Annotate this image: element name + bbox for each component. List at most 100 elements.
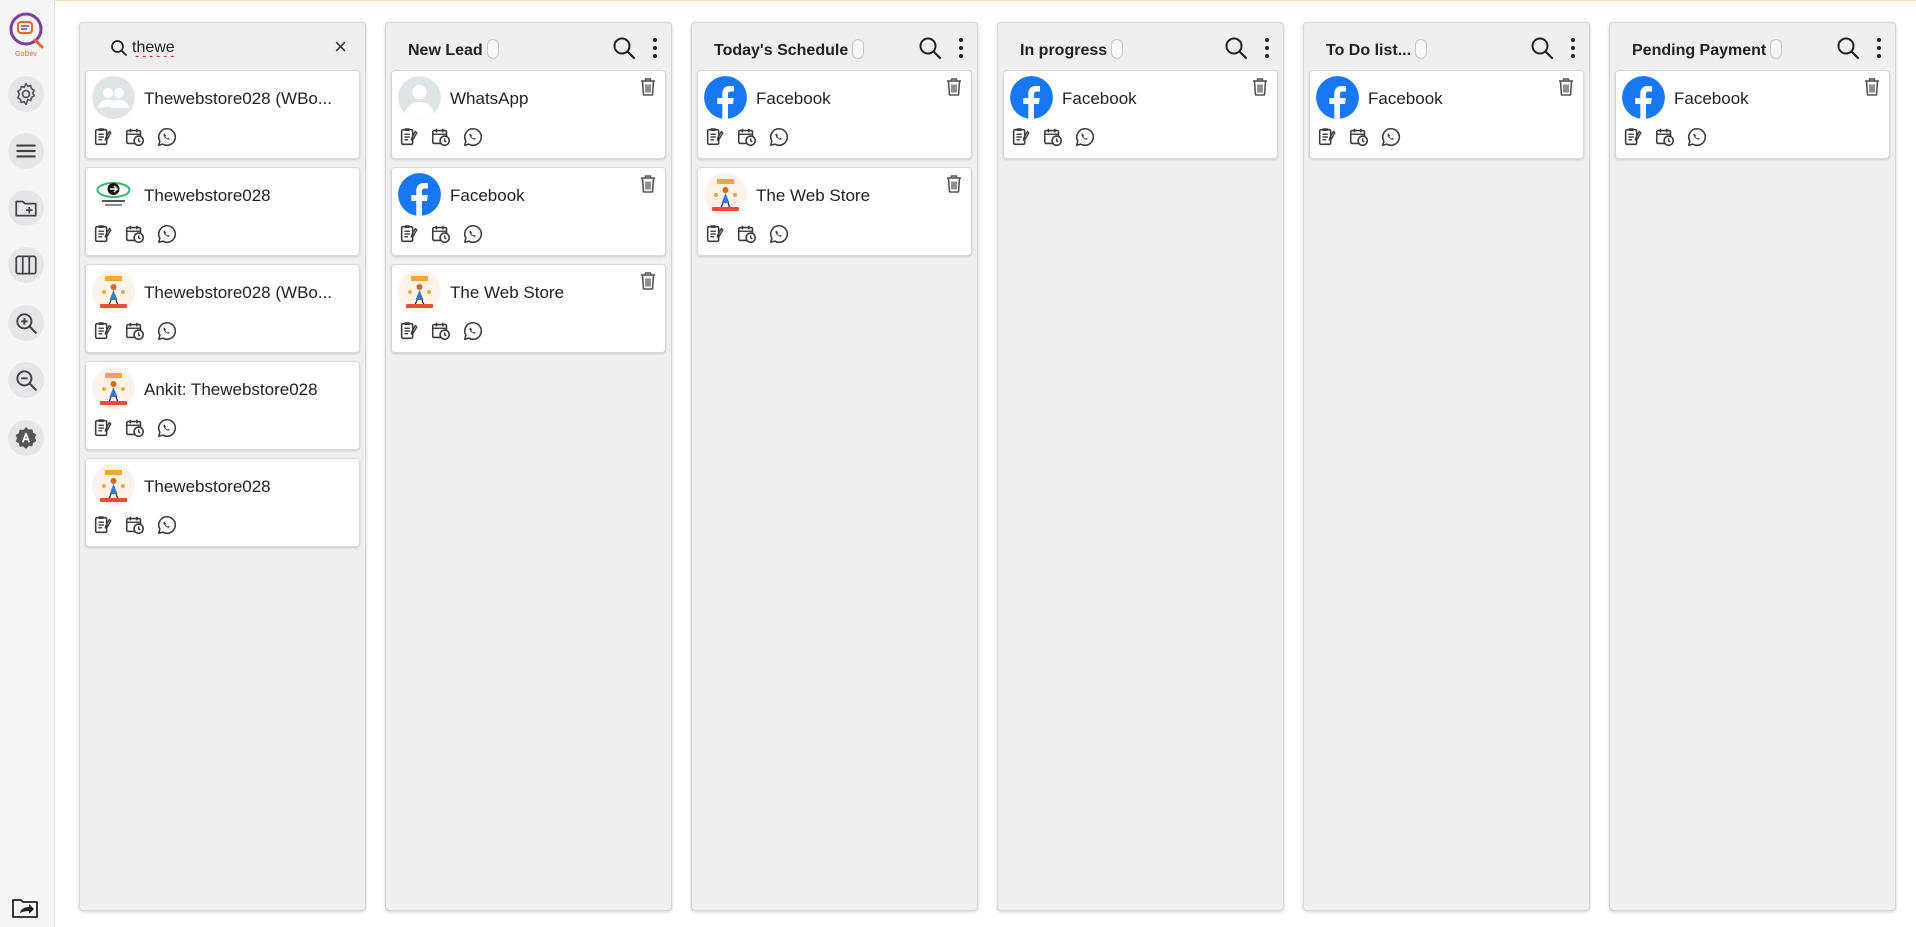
card-actions [92,320,178,342]
lead-card[interactable]: WhatsApp [391,70,666,159]
whatsapp-icon[interactable] [156,126,178,148]
schedule-icon[interactable] [736,126,758,148]
lead-name: Facebook [1368,89,1443,108]
column-more-icon[interactable] [953,35,969,61]
whatsapp-icon[interactable] [1380,126,1402,148]
column-header: Today's Schedule [692,23,977,71]
new-folder-button[interactable] [8,190,44,226]
zoom-out-button[interactable] [8,362,44,398]
schedule-icon[interactable] [1654,126,1676,148]
schedule-icon[interactable] [1042,126,1064,148]
notes-icon[interactable] [92,514,114,536]
lead-card[interactable]: Facebook [1003,70,1278,159]
lead-card[interactable]: Thewebstore028 [85,458,360,547]
notes-icon[interactable] [398,320,420,342]
whatsapp-icon[interactable] [1074,126,1096,148]
column-title: In progress [1020,39,1124,60]
notes-icon[interactable] [92,126,114,148]
trash-icon[interactable] [639,271,657,291]
lead-card[interactable]: Facebook [697,70,972,159]
letter-a-icon [15,427,37,449]
share-folder-button[interactable] [10,895,40,921]
whatsapp-icon[interactable] [462,126,484,148]
contact-search: × [80,23,365,71]
lead-card[interactable]: The Web Store [697,167,972,256]
schedule-icon[interactable] [124,126,146,148]
lead-card[interactable]: Facebook [391,167,666,256]
search-input[interactable] [132,36,312,60]
lead-card[interactable]: The Web Store [391,264,666,353]
notes-icon[interactable] [1622,126,1644,148]
column-search-icon[interactable] [611,35,637,61]
trash-icon[interactable] [1251,77,1269,97]
lead-name: Thewebstore028 (WBo... [144,89,333,108]
schedule-icon[interactable] [124,514,146,536]
menu-button[interactable] [8,133,44,169]
whatsapp-icon[interactable] [768,126,790,148]
schedule-icon[interactable] [430,320,452,342]
column-toggle[interactable] [1770,39,1783,59]
column-search-icon[interactable] [1835,35,1861,61]
notes-icon[interactable] [704,126,726,148]
schedule-icon[interactable] [124,320,146,342]
column-search-icon[interactable] [1529,35,1555,61]
avatar [704,173,747,216]
trash-icon[interactable] [639,174,657,194]
trash-icon[interactable] [1863,77,1881,97]
whatsapp-icon[interactable] [156,417,178,439]
trash-icon[interactable] [639,77,657,97]
settings-button[interactable] [8,76,44,112]
column-more-icon[interactable] [1259,35,1275,61]
schedule-icon[interactable] [124,417,146,439]
trash-icon[interactable] [945,174,963,194]
schedule-icon[interactable] [124,223,146,245]
column-toggle[interactable] [1415,39,1428,59]
column-more-icon[interactable] [647,35,663,61]
lead-card[interactable]: Facebook [1309,70,1584,159]
notes-icon[interactable] [92,417,114,439]
lead-card[interactable]: Thewebstore028 (WBo... [85,70,360,159]
schedule-icon[interactable] [736,223,758,245]
lead-card[interactable]: Ankit: Thewebstore028 [85,361,360,450]
column-title-text: Today's Schedule [714,42,849,59]
whatsapp-icon[interactable] [1686,126,1708,148]
column-header: To Do list... [1304,23,1589,71]
whatsapp-icon[interactable] [462,223,484,245]
zoom-in-button[interactable] [8,305,44,341]
card-actions [398,223,484,245]
notes-icon[interactable] [1010,126,1032,148]
notes-icon[interactable] [704,223,726,245]
board-view-button[interactable] [8,247,44,283]
column-more-icon[interactable] [1871,35,1887,61]
lead-card[interactable]: Thewebstore028 (WBo... [85,264,360,353]
schedule-icon[interactable] [430,126,452,148]
lead-card[interactable]: Facebook [1615,70,1890,159]
notes-icon[interactable] [92,320,114,342]
notes-icon[interactable] [92,223,114,245]
column-search-icon[interactable] [1223,35,1249,61]
trash-icon[interactable] [1557,77,1575,97]
notes-icon[interactable] [1316,126,1338,148]
whatsapp-icon[interactable] [156,514,178,536]
whatsapp-icon[interactable] [156,320,178,342]
avatar [92,270,135,313]
card-actions [1010,126,1096,148]
schedule-icon[interactable] [1348,126,1370,148]
whatsapp-icon[interactable] [768,223,790,245]
column-more-icon[interactable] [1565,35,1581,61]
whatsapp-icon[interactable] [156,223,178,245]
auto-button[interactable] [8,420,44,456]
app-logo[interactable]: GoDev [5,9,47,59]
column-toggle[interactable] [486,39,499,59]
column-toggle[interactable] [852,39,865,59]
whatsapp-icon[interactable] [462,320,484,342]
lead-card[interactable]: Thewebstore028 [85,167,360,256]
trash-icon[interactable] [945,77,963,97]
column-search-icon[interactable] [917,35,943,61]
schedule-icon[interactable] [430,223,452,245]
notes-icon[interactable] [398,223,420,245]
notes-icon[interactable] [398,126,420,148]
column-toggle[interactable] [1111,39,1124,59]
card-actions [1316,126,1402,148]
clear-search-button[interactable]: × [334,35,347,59]
